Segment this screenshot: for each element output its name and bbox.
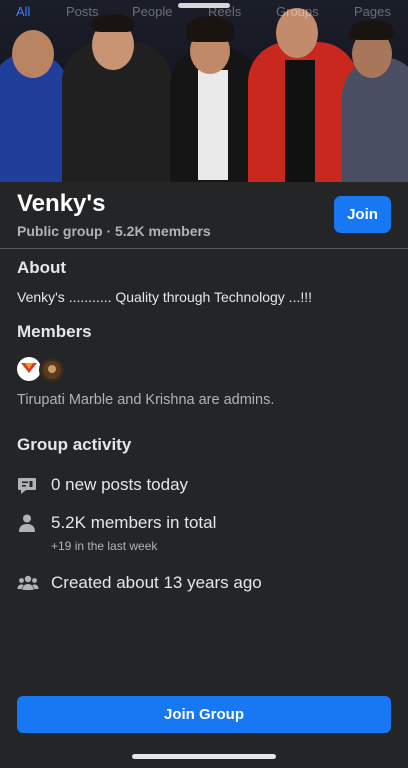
- join-group-button[interactable]: Join Group: [17, 696, 391, 733]
- activity-members-text: 5.2K members in total: [51, 513, 217, 532]
- chat-bubble-icon: [18, 478, 36, 494]
- about-description: Venky's ........... Quality through Tech…: [17, 289, 313, 305]
- group-header: Venky's Public group · 5.2K members Join: [0, 182, 408, 248]
- members-heading: Members: [17, 322, 92, 341]
- cover-person-head: [12, 30, 54, 78]
- sheet-grabber-handle[interactable]: [178, 3, 230, 8]
- join-button[interactable]: Join: [334, 196, 391, 233]
- person-icon: [19, 514, 35, 532]
- home-indicator[interactable]: [132, 754, 276, 759]
- admin-logo-icon: [43, 361, 61, 379]
- group-activity-heading: Group activity: [17, 435, 132, 454]
- group-meta: Public group · 5.2K members: [17, 223, 211, 239]
- admin-avatar[interactable]: [39, 357, 65, 383]
- cover-person-hair: [186, 16, 234, 42]
- divider: [0, 248, 408, 249]
- admins-text: Tirupati Marble and Krishna are admins.: [17, 392, 275, 408]
- group-name: Venky's: [17, 190, 106, 217]
- activity-members-subtext: +19 in the last week: [51, 539, 158, 553]
- cover-shirt: [285, 60, 315, 182]
- tab-groups[interactable]: Groups: [276, 4, 319, 19]
- people-group-icon: [17, 575, 39, 590]
- cover-person-hair: [350, 20, 394, 40]
- group-cover-photo[interactable]: All Posts People Reels Groups Pages: [0, 0, 408, 182]
- tab-posts[interactable]: Posts: [66, 4, 99, 19]
- tab-pages[interactable]: Pages: [354, 4, 391, 19]
- cover-shirt: [198, 70, 228, 180]
- activity-created-text: Created about 13 years ago: [51, 573, 262, 592]
- tab-all[interactable]: All: [16, 4, 30, 19]
- tab-people[interactable]: People: [132, 4, 172, 19]
- activity-posts-text: 0 new posts today: [51, 475, 189, 494]
- admin-avatar[interactable]: [17, 357, 41, 381]
- admin-logo-icon: [21, 363, 37, 373]
- about-heading: About: [17, 258, 67, 277]
